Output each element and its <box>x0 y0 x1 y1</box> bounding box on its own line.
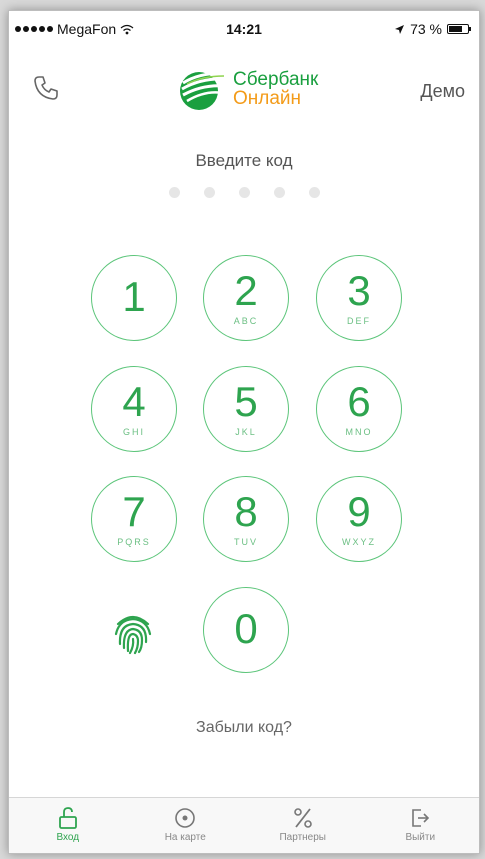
key-letters: GHI <box>122 427 145 437</box>
key-letters: WXYZ <box>342 537 376 547</box>
fingerprint-button[interactable] <box>109 608 157 656</box>
key-8[interactable]: 8 TUV <box>203 476 289 562</box>
call-button[interactable] <box>31 73 61 103</box>
key-6[interactable]: 6 MNO <box>316 366 402 452</box>
key-digit: 6 <box>347 378 371 425</box>
logo-subtitle: Онлайн <box>233 88 302 109</box>
key-letters: ABC <box>233 316 259 326</box>
forgot-code-link[interactable]: Забыли код? <box>9 719 479 737</box>
demo-button[interactable]: Демо <box>420 81 465 102</box>
key-0[interactable]: 0 <box>203 587 289 673</box>
key-digit: 5 <box>234 378 258 425</box>
unlock-icon <box>58 807 77 829</box>
key-digit: 4 <box>122 378 146 425</box>
sberbank-logo: Сбербанк Онлайн <box>177 67 318 111</box>
key-letters: JKL <box>235 427 257 437</box>
key-letters: PQRS <box>117 537 151 547</box>
key-1[interactable]: 1 <box>91 255 177 341</box>
tab-label: Вход <box>56 832 80 843</box>
key-digit: 1 <box>122 273 146 320</box>
tab-label: Выйти <box>405 832 436 843</box>
percent-icon <box>293 808 312 828</box>
key-digit: 0 <box>234 605 258 652</box>
key-4[interactable]: 4 GHI <box>91 366 177 452</box>
key-7[interactable]: 7 PQRS <box>91 476 177 562</box>
pin-dot <box>168 187 180 198</box>
logout-icon <box>412 809 430 827</box>
key-digit: 2 <box>234 267 258 314</box>
status-bar: MegaFon 14:21 73 % <box>9 11 479 49</box>
pin-dot <box>238 187 250 198</box>
bottom-tab-bar: Вход На карте Партнеры Выйти <box>9 797 479 853</box>
key-2[interactable]: 2 ABC <box>203 255 289 341</box>
tab-partners[interactable]: Партнеры <box>244 798 362 853</box>
tab-map[interactable]: На карте <box>127 798 245 853</box>
pin-dot <box>203 187 215 198</box>
key-letters: DEF <box>347 316 371 326</box>
map-pin-icon <box>175 808 196 828</box>
key-5[interactable]: 5 JKL <box>203 366 289 452</box>
tab-logout[interactable]: Выйти <box>362 798 480 853</box>
sberbank-logo-icon <box>180 71 226 110</box>
key-3[interactable]: 3 DEF <box>316 255 402 341</box>
battery-percent: 73 % <box>410 21 442 37</box>
enter-code-prompt: Введите код <box>195 151 293 170</box>
key-digit: 8 <box>234 488 258 535</box>
pin-dot <box>308 187 320 198</box>
pin-indicator <box>9 187 479 198</box>
app-header: Сбербанк Онлайн Демо <box>9 61 479 121</box>
key-digit: 9 <box>347 488 371 535</box>
key-digit: 7 <box>122 488 146 535</box>
key-digit: 3 <box>347 267 371 314</box>
key-9[interactable]: 9 WXYZ <box>316 476 402 562</box>
pin-dot <box>273 187 285 198</box>
location-arrow-icon <box>395 24 405 34</box>
tab-label: На карте <box>164 832 206 843</box>
key-letters: MNO <box>345 427 373 437</box>
key-letters: TUV <box>234 537 258 547</box>
battery-icon <box>447 24 471 34</box>
fingerprint-icon <box>114 615 152 655</box>
tab-label: Партнеры <box>279 832 326 843</box>
phone-icon <box>34 76 58 100</box>
logo-title: Сбербанк <box>233 69 319 90</box>
phone-screen: MegaFon 14:21 73 % Сбербанк Онлайн Демо … <box>8 10 480 854</box>
tab-login[interactable]: Вход <box>9 798 127 853</box>
battery-level <box>449 26 463 32</box>
